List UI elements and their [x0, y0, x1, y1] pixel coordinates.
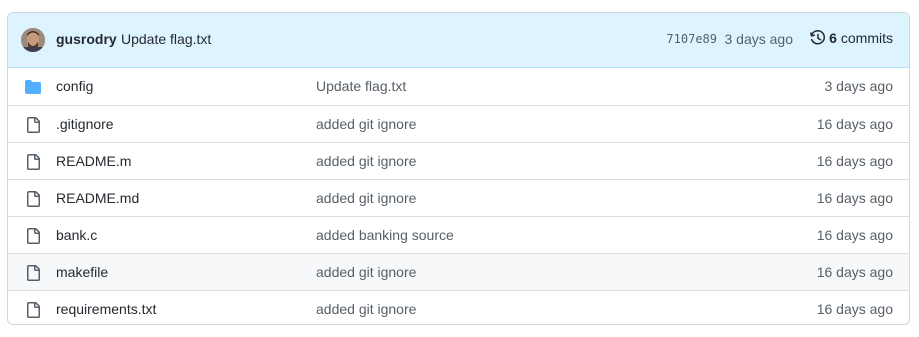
file-row[interactable]: makefile added git ignore 16 days ago — [8, 253, 909, 290]
file-icon — [25, 117, 41, 133]
file-commit-age: 3 days ago — [824, 78, 894, 94]
file-commit-age: 16 days ago — [816, 116, 893, 132]
file-name-link[interactable]: config — [56, 78, 93, 94]
file-commit-message-link[interactable]: added banking source — [316, 227, 454, 243]
file-browser: gusrodry Update flag.txt 7107e89 3 days … — [7, 12, 910, 325]
commit-sha-link[interactable]: 7107e89 — [666, 32, 717, 46]
commit-message-link[interactable]: Update flag.txt — [121, 31, 211, 47]
folder-icon — [25, 79, 41, 95]
file-name-link[interactable]: requirements.txt — [56, 301, 156, 317]
commits-label: commits — [840, 30, 893, 46]
file-name-link[interactable]: .gitignore — [56, 116, 114, 132]
file-name-link[interactable]: makefile — [56, 264, 108, 280]
file-name-link[interactable]: README.m — [56, 153, 131, 169]
file-commit-message-link[interactable]: added git ignore — [316, 153, 416, 169]
commit-age: 3 days ago — [724, 31, 794, 47]
file-row[interactable]: .gitignore added git ignore 16 days ago — [8, 105, 909, 142]
history-icon — [810, 30, 826, 45]
author-avatar[interactable] — [21, 28, 45, 52]
file-commit-message-link[interactable]: added git ignore — [316, 264, 416, 280]
commit-author-link[interactable]: gusrodry — [56, 31, 117, 47]
file-commit-age: 16 days ago — [816, 227, 893, 243]
file-commit-message-link[interactable]: added git ignore — [316, 116, 416, 132]
file-name-link[interactable]: README.md — [56, 190, 139, 206]
file-commit-age: 16 days ago — [816, 153, 893, 169]
file-commit-message-link[interactable]: Update flag.txt — [316, 78, 406, 94]
commit-count: 6 — [829, 30, 837, 46]
file-row[interactable]: config Update flag.txt 3 days ago — [8, 68, 909, 105]
file-commit-message-link[interactable]: added git ignore — [316, 301, 416, 317]
latest-commit-bar: gusrodry Update flag.txt 7107e89 3 days … — [8, 13, 909, 68]
file-list: config Update flag.txt 3 days ago .gitignor… — [8, 68, 909, 324]
file-icon — [25, 265, 41, 281]
file-icon — [25, 191, 41, 207]
file-commit-age: 16 days ago — [816, 190, 893, 206]
file-name-link[interactable]: bank.c — [56, 227, 97, 243]
commit-history-link[interactable]: 6 commits — [810, 30, 893, 46]
file-row[interactable]: README.m added git ignore 16 days ago — [8, 142, 909, 179]
file-row[interactable]: README.md added git ignore 16 days ago — [8, 179, 909, 216]
file-icon — [25, 302, 41, 318]
file-icon — [25, 228, 41, 244]
file-commit-age: 16 days ago — [816, 264, 893, 280]
file-row[interactable]: bank.c added banking source 16 days ago — [8, 216, 909, 253]
file-row[interactable]: requirements.txt added git ignore 16 days … — [8, 290, 909, 324]
file-commit-age: 16 days ago — [816, 301, 893, 317]
file-commit-message-link[interactable]: added git ignore — [316, 190, 416, 206]
file-icon — [25, 154, 41, 170]
